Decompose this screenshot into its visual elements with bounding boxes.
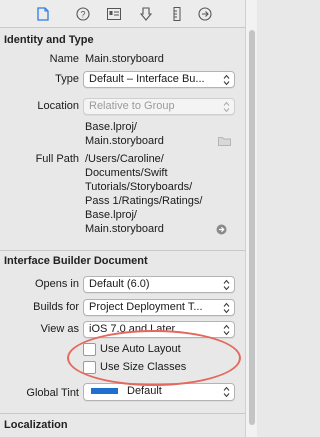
full-path-line-2: Documents/Swift [85, 167, 168, 179]
identity-type-header: Identity and Type [4, 34, 94, 46]
popup-arrows-icon [223, 73, 230, 86]
type-label: Type [55, 73, 79, 85]
type-popup[interactable]: Default – Interface Bu... [83, 71, 235, 88]
svg-text:?: ? [80, 9, 85, 19]
builds-for-popup-value: Project Deployment T... [89, 301, 203, 313]
name-label: Name [49, 53, 79, 65]
section-divider [0, 250, 245, 251]
ib-document-header: Interface Builder Document [4, 255, 148, 267]
builds-for-label: Builds for [33, 301, 79, 313]
popup-arrows-icon [223, 301, 230, 314]
file-inspector-panel: Identity and Type Name Main.storyboard T… [0, 28, 245, 437]
global-tint-color-swatch [91, 388, 118, 394]
location-path-line-2: Main.storyboard [85, 135, 164, 147]
folder-icon[interactable] [218, 136, 231, 149]
file-inspector-icon[interactable] [36, 7, 50, 21]
quick-help-icon[interactable]: ? [76, 7, 90, 21]
full-path-line-6: Main.storyboard [85, 223, 164, 235]
view-as-popup[interactable]: iOS 7.0 and Later [83, 321, 235, 338]
inspector-toolbar: ? [0, 0, 245, 28]
use-size-classes-label: Use Size Classes [100, 361, 187, 373]
reveal-in-finder-icon[interactable] [216, 224, 227, 238]
popup-arrows-icon [223, 278, 230, 291]
opens-in-popup-value: Default (6.0) [89, 278, 150, 290]
full-path-line-5: Base.lproj/ [85, 209, 137, 221]
location-popup-value: Relative to Group [89, 100, 175, 112]
builds-for-popup[interactable]: Project Deployment T... [83, 299, 235, 316]
size-inspector-icon[interactable] [170, 7, 184, 21]
localization-header: Localization [4, 419, 68, 431]
full-path-label: Full Path [35, 153, 79, 165]
view-as-popup-value: iOS 7.0 and Later [89, 323, 176, 335]
view-as-label: View as [40, 323, 79, 335]
use-auto-layout-label: Use Auto Layout [100, 343, 181, 355]
full-path-line-1: /Users/Caroline/ [85, 153, 164, 165]
identity-inspector-icon[interactable] [107, 7, 121, 21]
vertical-scrollbar[interactable] [245, 0, 257, 437]
opens-in-popup[interactable]: Default (6.0) [83, 276, 235, 293]
popup-arrows-icon [223, 323, 230, 336]
name-value[interactable]: Main.storyboard [85, 53, 164, 67]
opens-in-label: Opens in [34, 278, 79, 290]
full-path-line-4: Pass 1/Ratings/Ratings/ [85, 195, 203, 207]
scrollbar-thumb[interactable] [249, 30, 255, 425]
full-path-line-3: Tutorials/Storyboards/ [85, 181, 193, 193]
popup-arrows-icon [223, 385, 230, 398]
location-path-line-1: Base.lproj/ [85, 121, 137, 133]
section-divider [0, 413, 245, 414]
connections-inspector-icon[interactable] [198, 7, 212, 21]
use-auto-layout-checkbox[interactable] [83, 343, 96, 356]
location-popup[interactable]: Relative to Group [83, 98, 235, 115]
location-label: Location [37, 100, 79, 112]
type-popup-value: Default – Interface Bu... [89, 73, 205, 85]
use-size-classes-checkbox[interactable] [83, 361, 96, 374]
popup-arrows-icon [223, 100, 230, 113]
attributes-inspector-icon[interactable] [139, 7, 153, 21]
global-tint-label: Global Tint [26, 387, 79, 399]
